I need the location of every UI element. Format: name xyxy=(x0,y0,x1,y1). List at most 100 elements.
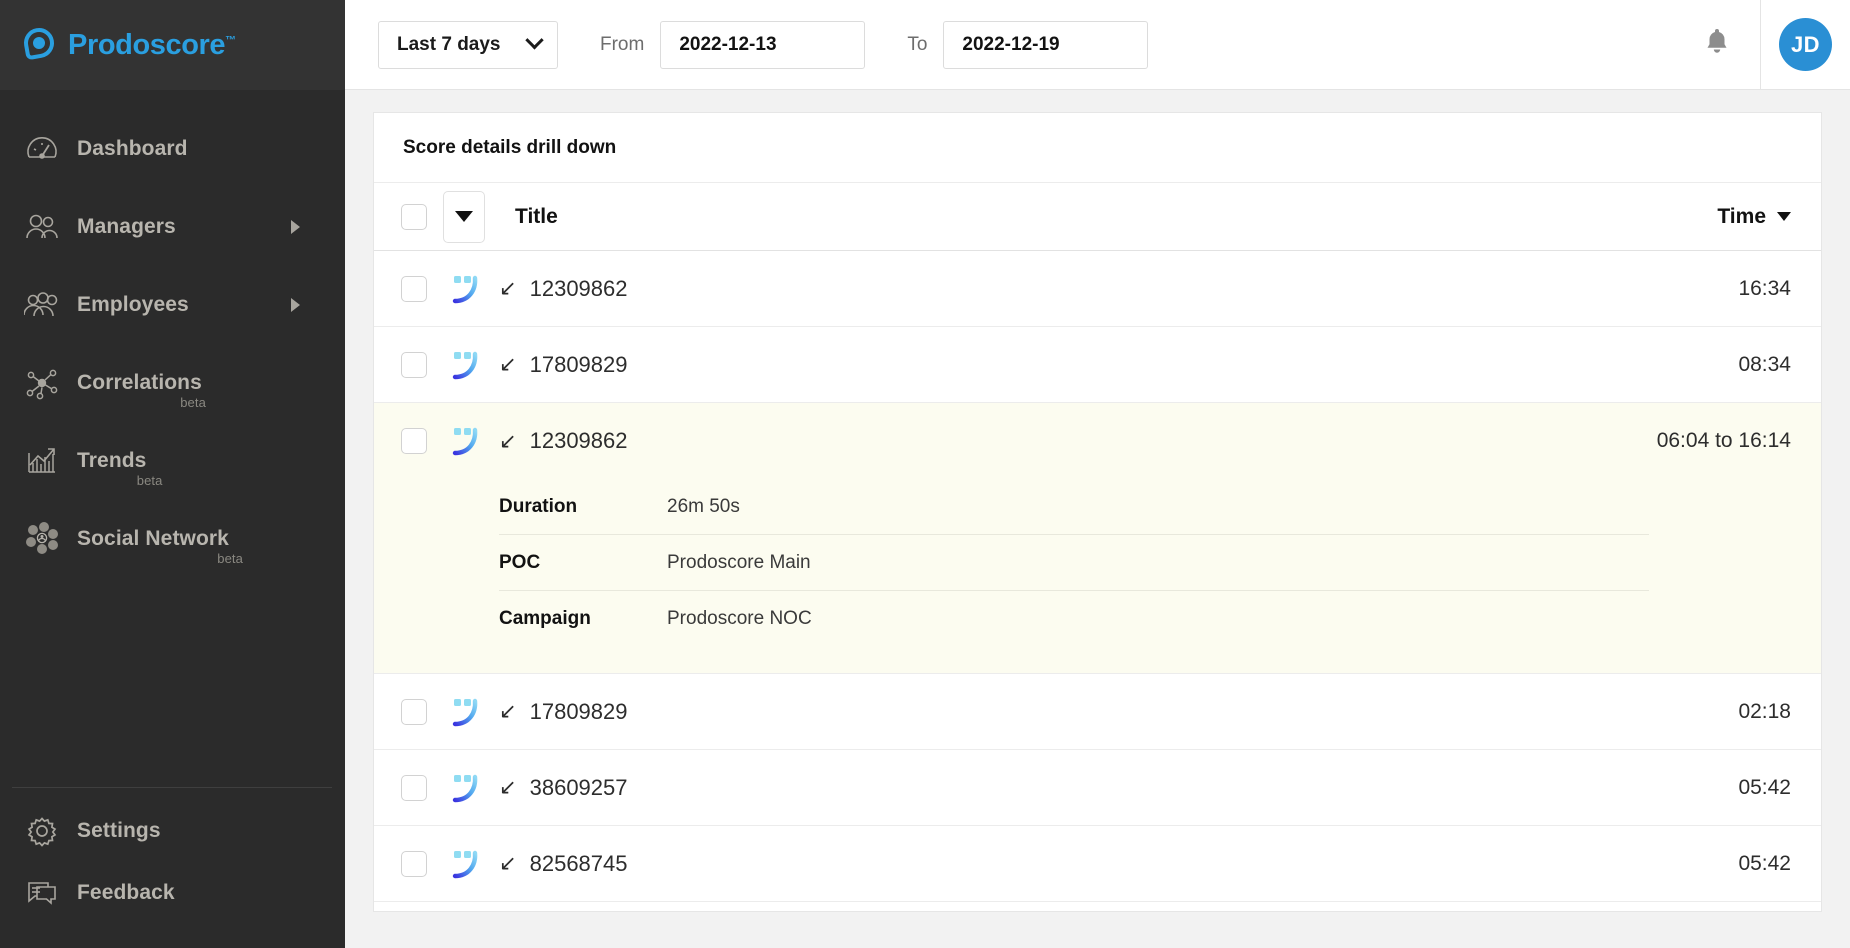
row-title: 17809829 xyxy=(529,698,628,724)
sidebar-item-label: Feedback xyxy=(77,881,175,904)
incoming-call-arrow-icon: ↙ xyxy=(499,776,517,799)
detail-line: POC Prodoscore Main xyxy=(499,535,1649,591)
row-checkbox[interactable] xyxy=(401,850,427,877)
prodoscore-logo-icon xyxy=(21,25,58,63)
card-title: Score details drill down xyxy=(374,113,1821,183)
gauge-icon xyxy=(22,129,62,169)
from-date-input[interactable]: 2022-12-13 xyxy=(660,20,866,69)
sidebar-item-label: Managers xyxy=(77,215,176,238)
row-time: 02:18 xyxy=(1738,699,1791,723)
score-details-card: Score details drill down Title Time ↙ 12… xyxy=(373,112,1822,912)
row-time: 05:42 xyxy=(1738,775,1791,799)
brand-logo[interactable]: Prodoscore™ xyxy=(0,0,345,90)
sidebar-nav-bottom: Settings Feedback xyxy=(0,788,345,948)
column-header-time-label: Time xyxy=(1717,204,1766,228)
incoming-call-arrow-icon: ↙ xyxy=(499,852,517,875)
beta-badge: beta xyxy=(217,551,243,566)
smiley-score-icon xyxy=(449,849,483,879)
sidebar-item-text: Correlations xyxy=(77,371,202,394)
beta-badge: beta xyxy=(180,395,206,410)
table-row[interactable]: ↙ 17809829 08:34 xyxy=(374,327,1821,403)
main-area: Last 7 days From 2022-12-13 To 2022-12-1… xyxy=(345,0,1850,948)
sidebar-item-text: Trends xyxy=(77,449,147,472)
sidebar-item-label: Correlations beta xyxy=(77,371,206,410)
row-title: 38609257 xyxy=(529,774,628,800)
caret-down-icon xyxy=(455,211,473,222)
table-row[interactable]: ↙ 82568745 05:42 xyxy=(374,826,1821,902)
brand-name: Prodoscore™ xyxy=(68,28,236,61)
row-checkbox[interactable] xyxy=(401,698,427,725)
chevron-right-icon[interactable] xyxy=(291,298,300,312)
beta-badge: beta xyxy=(136,473,163,488)
incoming-call-arrow-icon: ↙ xyxy=(499,277,517,300)
chevron-down-icon xyxy=(525,31,544,50)
to-date-input[interactable]: 2022-12-19 xyxy=(943,20,1149,69)
table-body: ↙ 12309862 16:34 ↙ 17809829 08:34 ↙ 1230… xyxy=(374,251,1821,902)
row-checkbox[interactable] xyxy=(401,351,427,378)
column-header-time[interactable]: Time xyxy=(1717,205,1791,229)
sidebar: Prodoscore™ Dashboard Managers Employees… xyxy=(0,0,345,948)
chevron-right-icon[interactable] xyxy=(291,220,300,234)
incoming-call-arrow-icon: ↙ xyxy=(499,353,517,376)
from-label: From xyxy=(600,33,645,55)
sidebar-item-dashboard[interactable]: Dashboard xyxy=(0,110,345,188)
detail-value: 26m 50s xyxy=(667,495,740,517)
notifications-button[interactable] xyxy=(1674,27,1760,62)
date-range-select[interactable]: Last 7 days xyxy=(378,20,558,69)
table-row[interactable]: ↙ 17809829 02:18 xyxy=(374,674,1821,750)
sidebar-item-social-network[interactable]: Social Network beta xyxy=(0,500,345,578)
row-checkbox[interactable] xyxy=(401,275,427,302)
column-header-title[interactable]: Title xyxy=(515,205,558,229)
managers-icon xyxy=(22,207,62,247)
social-network-icon xyxy=(22,519,62,559)
smiley-score-icon xyxy=(449,426,483,456)
row-details: Duration 26m 50s POC Prodoscore Main Cam… xyxy=(374,479,1821,673)
row-checkbox[interactable] xyxy=(401,774,427,801)
sidebar-nav: Dashboard Managers Employees Correlation… xyxy=(0,90,345,787)
employees-icon xyxy=(22,285,62,325)
sidebar-item-text: Social Network xyxy=(77,527,229,550)
sidebar-item-managers[interactable]: Managers xyxy=(0,188,345,266)
smiley-score-icon xyxy=(449,697,483,727)
row-time: 06:04 to 16:14 xyxy=(1656,429,1791,452)
sidebar-item-settings[interactable]: Settings xyxy=(0,800,345,862)
avatar[interactable]: JD xyxy=(1779,18,1832,71)
row-title: 12309862 xyxy=(529,428,628,453)
table-row[interactable]: ↙ 12309862 06:04 to 16:14 xyxy=(374,403,1821,479)
sidebar-item-label: Employees xyxy=(77,293,189,316)
row-title: 82568745 xyxy=(529,850,628,876)
table-row[interactable]: ↙ 12309862 16:34 xyxy=(374,251,1821,327)
row-time: 16:34 xyxy=(1738,276,1791,300)
detail-key: POC xyxy=(499,551,541,573)
filter-dropdown-button[interactable] xyxy=(443,190,485,243)
topbar: Last 7 days From 2022-12-13 To 2022-12-1… xyxy=(345,0,1850,90)
detail-value: Prodoscore NOC xyxy=(667,608,812,629)
sidebar-item-correlations[interactable]: Correlations beta xyxy=(0,344,345,422)
table-row[interactable]: ↙ 38609257 05:42 xyxy=(374,750,1821,826)
sidebar-item-label: Settings xyxy=(77,819,161,842)
sidebar-item-label: Trends beta xyxy=(77,449,162,488)
sidebar-item-label: Social Network beta xyxy=(77,527,243,566)
incoming-call-arrow-icon: ↙ xyxy=(499,700,517,723)
sort-desc-icon xyxy=(1777,212,1791,221)
select-all-checkbox[interactable] xyxy=(401,203,427,230)
sidebar-item-employees[interactable]: Employees xyxy=(0,266,345,344)
smiley-score-icon xyxy=(449,773,483,803)
row-title: 17809829 xyxy=(529,351,628,377)
sidebar-item-label: Dashboard xyxy=(77,137,188,160)
sidebar-item-feedback[interactable]: Feedback xyxy=(0,862,345,924)
detail-key: Duration xyxy=(499,495,578,517)
row-time: 08:34 xyxy=(1738,352,1791,376)
smiley-score-icon xyxy=(449,350,483,380)
network-nodes-icon xyxy=(22,363,62,403)
trademark-symbol: ™ xyxy=(225,33,236,46)
to-label: To xyxy=(907,33,928,55)
avatar-container: JD xyxy=(1760,0,1850,90)
row-checkbox[interactable] xyxy=(401,428,427,454)
detail-value: Prodoscore Main xyxy=(667,551,811,573)
chat-bubbles-icon xyxy=(22,873,62,913)
incoming-call-arrow-icon: ↙ xyxy=(499,429,517,453)
table-header-row: Title Time xyxy=(374,183,1821,251)
gear-icon xyxy=(22,811,62,851)
sidebar-item-trends[interactable]: Trends beta xyxy=(0,422,345,500)
